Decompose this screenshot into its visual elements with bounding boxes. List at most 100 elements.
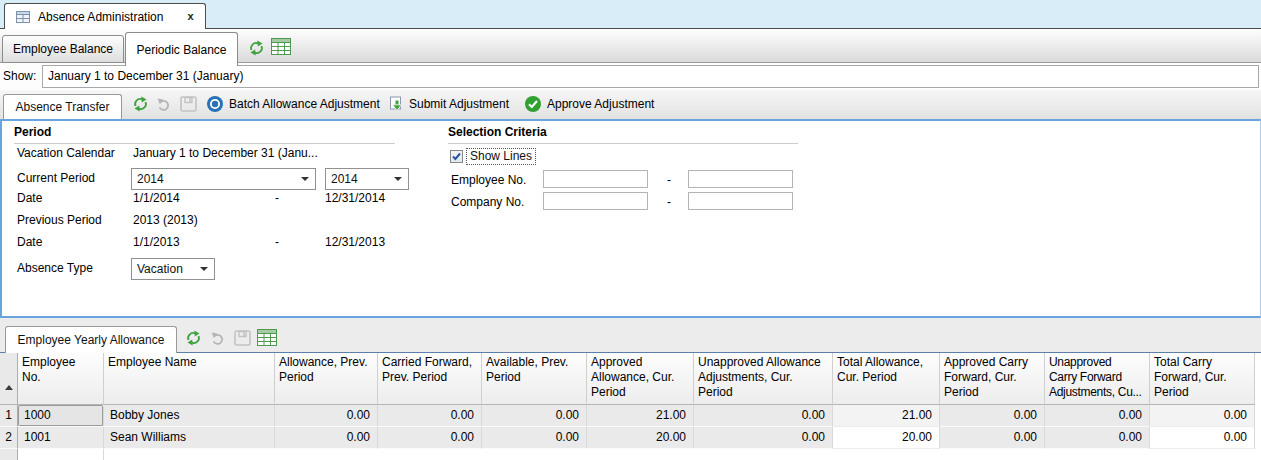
range-dash: - — [667, 172, 671, 189]
period-section-title: Period — [14, 125, 51, 139]
tab-absence-transfer[interactable]: Absence Transfer — [3, 94, 122, 119]
tab-employee-yearly-allowance[interactable]: Employee Yearly Allowance — [5, 326, 177, 353]
current-period-dropdown-2[interactable]: 2014 — [325, 168, 409, 190]
vacation-calendar-value: January 1 to December 31 (Janu... — [133, 145, 318, 162]
batch-allowance-adjustment-button[interactable]: Batch Allowance Adjustment — [229, 90, 380, 118]
undo-icon[interactable] — [211, 331, 226, 346]
grid-view-icon[interactable] — [271, 38, 291, 55]
selection-criteria-section-title: Selection Criteria — [448, 125, 547, 139]
column-header[interactable]: Unapproved Carry Forward Adjustments, Cu… — [1045, 353, 1150, 405]
date-from-value: 1/1/2014 — [133, 190, 180, 207]
row-number-header[interactable] — [0, 353, 18, 405]
refresh-icon[interactable] — [132, 96, 149, 112]
balance-tab-strip: Employee Balance Periodic Balance — [0, 29, 1261, 63]
chevron-down-icon — [200, 267, 208, 271]
current-period-label: Current Period — [17, 170, 95, 187]
approve-adjustment-icon[interactable] — [524, 95, 542, 113]
company-no-to-input[interactable] — [688, 192, 793, 210]
document-tab-bar: Absence Administration x — [0, 0, 1261, 29]
approved-carry-forward-cell[interactable]: 0.00 — [940, 405, 1045, 427]
refresh-icon[interactable] — [248, 40, 265, 56]
total-allowance-cur-cell[interactable]: 20.00 — [833, 427, 940, 449]
total-carry-forward-cell[interactable]: 0.00 — [1150, 427, 1255, 449]
current-period-dropdown[interactable]: 2014 — [131, 168, 316, 190]
row-number[interactable]: 1 — [0, 405, 18, 427]
undo-icon[interactable] — [157, 97, 172, 112]
allowance-prev-cell[interactable]: 0.00 — [275, 405, 378, 427]
close-icon[interactable]: x — [187, 11, 193, 22]
approved-allowance-cur-cell[interactable]: 21.00 — [587, 405, 694, 427]
range-dash: - — [667, 194, 671, 211]
employee-no-cell[interactable]: 1001 — [18, 427, 104, 449]
available-prev-cell[interactable]: 0.00 — [482, 405, 587, 427]
empty-row-stub — [0, 449, 1261, 460]
column-header[interactable]: Employee No. — [18, 353, 104, 405]
date-to-value: 12/31/2014 — [325, 190, 385, 207]
total-allowance-cur-cell[interactable]: 21.00 — [833, 405, 940, 427]
unapproved-carry-forward-adj-cell[interactable]: 0.00 — [1045, 405, 1150, 427]
show-input[interactable]: January 1 to December 31 (January) — [42, 65, 1259, 88]
approved-allowance-cur-cell[interactable]: 20.00 — [587, 427, 694, 449]
approve-adjustment-button[interactable]: Approve Adjustment — [547, 90, 654, 118]
column-header[interactable]: Total Carry Forward, Cur. Period — [1150, 353, 1255, 405]
total-carry-forward-cell[interactable]: 0.00 — [1150, 405, 1255, 427]
column-header[interactable]: Available, Prev. Period — [482, 353, 587, 405]
previous-period-value: 2013 (2013) — [133, 212, 198, 229]
column-header[interactable]: Allowance, Prev. Period — [275, 353, 378, 405]
date-from-value: 1/1/2013 — [133, 234, 180, 251]
unapproved-carry-forward-adj-cell[interactable]: 0.00 — [1045, 427, 1150, 449]
chevron-down-icon — [301, 177, 309, 181]
company-no-label: Company No. — [451, 194, 524, 211]
column-header[interactable]: Employee Name — [104, 353, 275, 405]
unapproved-allowance-adj-cell[interactable]: 0.00 — [694, 427, 833, 449]
approved-carry-forward-cell[interactable]: 0.00 — [940, 427, 1045, 449]
vacation-calendar-label: Vacation Calendar — [17, 145, 115, 162]
save-icon[interactable] — [180, 96, 197, 112]
unapproved-allowance-adj-cell[interactable]: 0.00 — [694, 405, 833, 427]
employee-name-cell[interactable]: Bobby Jones — [104, 405, 275, 427]
column-header[interactable]: Unapproved Allowance Adjustments, Cur. P… — [694, 353, 833, 405]
range-dash: - — [275, 234, 279, 251]
show-lines-checkbox[interactable] — [450, 150, 463, 163]
tab-employee-balance[interactable]: Employee Balance — [2, 35, 124, 63]
date-label: Date — [17, 190, 42, 207]
column-header[interactable]: Carried Forward, Prev. Period — [378, 353, 482, 405]
column-header[interactable]: Approved Carry Forward, Cur. Period — [940, 353, 1045, 405]
period-underline — [14, 143, 395, 144]
save-icon[interactable] — [234, 330, 251, 346]
table-row: 2 1001 Sean Williams 0.00 0.00 0.00 20.0… — [0, 427, 1261, 449]
allowance-prev-cell[interactable]: 0.00 — [275, 427, 378, 449]
submit-adjustment-icon[interactable] — [388, 95, 405, 113]
tab-periodic-balance[interactable]: Periodic Balance — [125, 32, 238, 66]
form-panel: Period Vacation Calendar January 1 to De… — [0, 119, 1261, 318]
employee-name-cell[interactable]: Sean Williams — [104, 427, 275, 449]
allowance-grid-area: Employee Yearly Allowance — [0, 318, 1261, 460]
table-header-row: Employee No. Employee Name Allowance, Pr… — [0, 353, 1261, 405]
submit-adjustment-button[interactable]: Submit Adjustment — [409, 90, 509, 118]
date-to-value: 12/31/2013 — [325, 234, 385, 251]
employee-no-to-input[interactable] — [688, 170, 793, 188]
refresh-icon[interactable] — [185, 330, 202, 346]
batch-allowance-adjustment-icon[interactable] — [206, 95, 224, 113]
column-header[interactable]: Approved Allowance, Cur. Period — [587, 353, 694, 405]
employee-no-from-input[interactable] — [543, 170, 648, 188]
available-prev-cell[interactable]: 0.00 — [482, 427, 587, 449]
carried-forward-prev-cell[interactable]: 0.00 — [378, 427, 482, 449]
employee-no-cell[interactable]: 1000 — [18, 405, 104, 427]
absence-transfer-toolbar: Absence Transfer Batch Allowance Adjustm… — [0, 90, 1261, 119]
tab-absence-administration[interactable]: Absence Administration x — [4, 3, 206, 29]
absence-type-label: Absence Type — [17, 260, 93, 277]
company-no-from-input[interactable] — [543, 192, 648, 210]
carried-forward-prev-cell[interactable]: 0.00 — [378, 405, 482, 427]
row-number[interactable]: 2 — [0, 427, 18, 449]
column-header[interactable]: Total Allowance, Cur. Period — [833, 353, 940, 405]
absence-type-dropdown[interactable]: Vacation — [131, 258, 215, 280]
date-label: Date — [17, 234, 42, 251]
absence-administration-window: Absence Administration x Employee Balanc… — [0, 0, 1261, 460]
previous-period-label: Previous Period — [17, 212, 102, 229]
show-lines-label[interactable]: Show Lines — [466, 148, 536, 165]
grid-view-icon[interactable] — [257, 329, 277, 346]
sort-ascending-icon — [5, 385, 13, 390]
show-label: Show: — [3, 63, 36, 89]
allowance-table: Employee No. Employee Name Allowance, Pr… — [0, 352, 1261, 460]
